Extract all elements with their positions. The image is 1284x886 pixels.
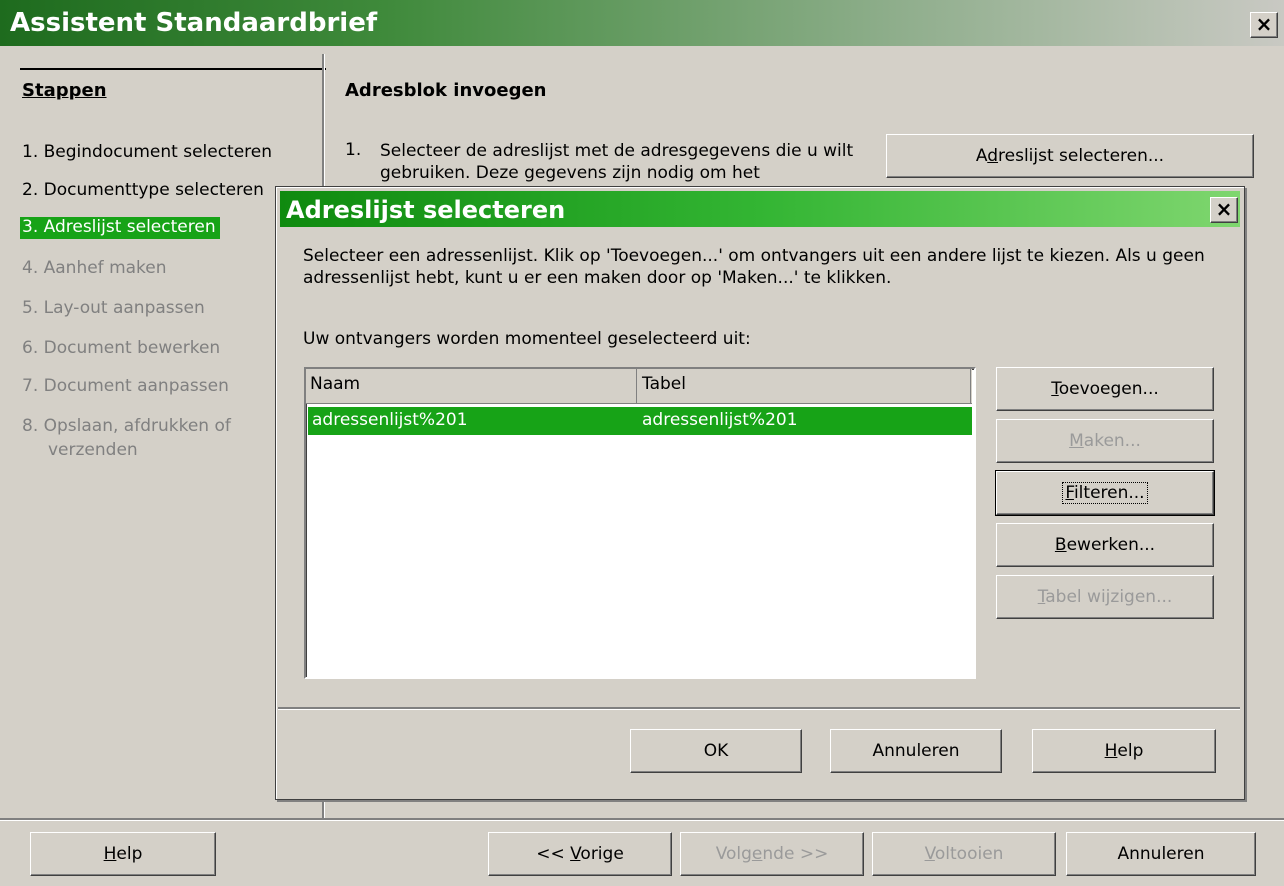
button-mnemonic: V: [570, 844, 581, 864]
edit-button[interactable]: Bewerken...: [996, 523, 1214, 567]
button-label-part: reslijst selecteren...: [998, 146, 1165, 166]
recipients-from-label: Uw ontvangers worden momenteel geselecte…: [303, 329, 751, 349]
dialog-title-bar: Adreslijst selecteren: [280, 191, 1240, 227]
button-label-part: nde >>: [762, 844, 829, 864]
list-row-selected[interactable]: adressenlijst%201 adressenlijst%201: [308, 407, 972, 435]
ok-button[interactable]: OK: [630, 729, 802, 773]
button-label-part: aken...: [1083, 431, 1141, 451]
finish-button[interactable]: Voltooien: [872, 832, 1056, 876]
add-button[interactable]: Toevoegen...: [996, 367, 1214, 411]
button-label-part: oevoegen...: [1058, 379, 1159, 399]
button-label-part: <<: [536, 844, 571, 864]
row-name-cell: adressenlijst%201: [312, 410, 468, 430]
button-mnemonic: V: [924, 844, 935, 864]
button-label-part: ilteren...: [1073, 483, 1145, 503]
footer-cancel-button[interactable]: Annuleren: [1066, 832, 1256, 876]
button-label-part: abel wijzigen...: [1045, 587, 1173, 607]
row-table-cell: adressenlijst%201: [642, 410, 798, 430]
filter-button[interactable]: Filteren...: [995, 470, 1215, 516]
step-8: 8. Opslaan, afdrukken of: [22, 416, 231, 436]
create-button[interactable]: Maken...: [996, 419, 1214, 463]
dialog-help-button[interactable]: Help: [1032, 729, 1216, 773]
button-mnemonic: H: [1104, 741, 1118, 761]
button-label-part: ewerken...: [1066, 535, 1156, 555]
column-header-table[interactable]: Tabel: [638, 369, 971, 403]
button-label-part: elp: [1117, 741, 1144, 761]
select-address-list-button[interactable]: Adreslijst selecteren...: [886, 134, 1254, 178]
column-header-name[interactable]: Naam: [306, 369, 637, 403]
step-3-active[interactable]: 3. Adreslijst selecteren: [20, 217, 220, 239]
wizard-title-bar: Assistent Standaardbrief: [0, 0, 1284, 46]
dialog-separator: [278, 707, 1240, 710]
button-mnemonic: T: [1051, 379, 1059, 399]
step-8-continued: verzenden: [48, 440, 138, 460]
next-button[interactable]: Volgende >>: [680, 832, 864, 876]
dialog-close-button[interactable]: ×: [1210, 197, 1238, 223]
wizard-title: Assistent Standaardbrief: [10, 8, 378, 38]
steps-heading: Stappen: [22, 80, 107, 101]
button-mnemonic: M: [1069, 431, 1084, 451]
button-mnemonic: F: [1065, 483, 1074, 503]
steps-divider: [20, 68, 326, 70]
button-mnemonic: e: [751, 844, 763, 864]
close-icon: ×: [1255, 12, 1273, 36]
list-header: Naam Tabel: [306, 369, 972, 404]
button-mnemonic: d: [987, 146, 999, 166]
select-address-list-dialog: Adreslijst selecteren × Selecteer een ad…: [275, 186, 1245, 800]
content-title: Adresblok invoegen: [345, 80, 547, 101]
step-1[interactable]: 1. Begindocument selecteren: [22, 142, 272, 162]
step-6: 6. Document bewerken: [22, 338, 221, 358]
button-label: OK: [703, 741, 729, 761]
button-label-part: Volg: [715, 844, 752, 864]
step-7: 7. Document aanpassen: [22, 376, 229, 396]
button-label: Annuleren: [1117, 844, 1205, 864]
button-mnemonic: H: [103, 844, 117, 864]
button-label-part: orige: [580, 844, 624, 864]
instruction-number: 1.: [345, 140, 362, 160]
button-label: Annuleren: [872, 741, 960, 761]
previous-button[interactable]: << Vorige: [488, 832, 672, 876]
wizard-close-button[interactable]: ×: [1250, 12, 1278, 38]
step-5: 5. Lay-out aanpassen: [22, 298, 205, 318]
dialog-title: Adreslijst selecteren: [286, 196, 566, 224]
address-list-box[interactable]: Naam Tabel adressenlijst%201 adressenlij…: [304, 367, 976, 679]
step-2[interactable]: 2. Documenttype selecteren: [22, 180, 264, 200]
close-icon: ×: [1215, 197, 1233, 221]
footer-help-button[interactable]: Help: [30, 832, 216, 876]
button-label-part: A: [975, 146, 988, 166]
button-mnemonic: B: [1054, 535, 1067, 555]
dialog-description: Selecteer een adressenlijst. Klik op 'To…: [303, 246, 1205, 288]
button-label-part: oltooien: [934, 844, 1004, 864]
change-table-button[interactable]: Tabel wijzigen...: [996, 575, 1214, 619]
footer-separator: [0, 818, 1284, 821]
instruction-text: Selecteer de adreslijst met de adresgege…: [380, 141, 854, 183]
focus-rect: Filteren...: [1062, 482, 1148, 504]
step-4: 4. Aanhef maken: [22, 258, 167, 278]
button-label-part: elp: [116, 844, 143, 864]
dialog-cancel-button[interactable]: Annuleren: [830, 729, 1002, 773]
